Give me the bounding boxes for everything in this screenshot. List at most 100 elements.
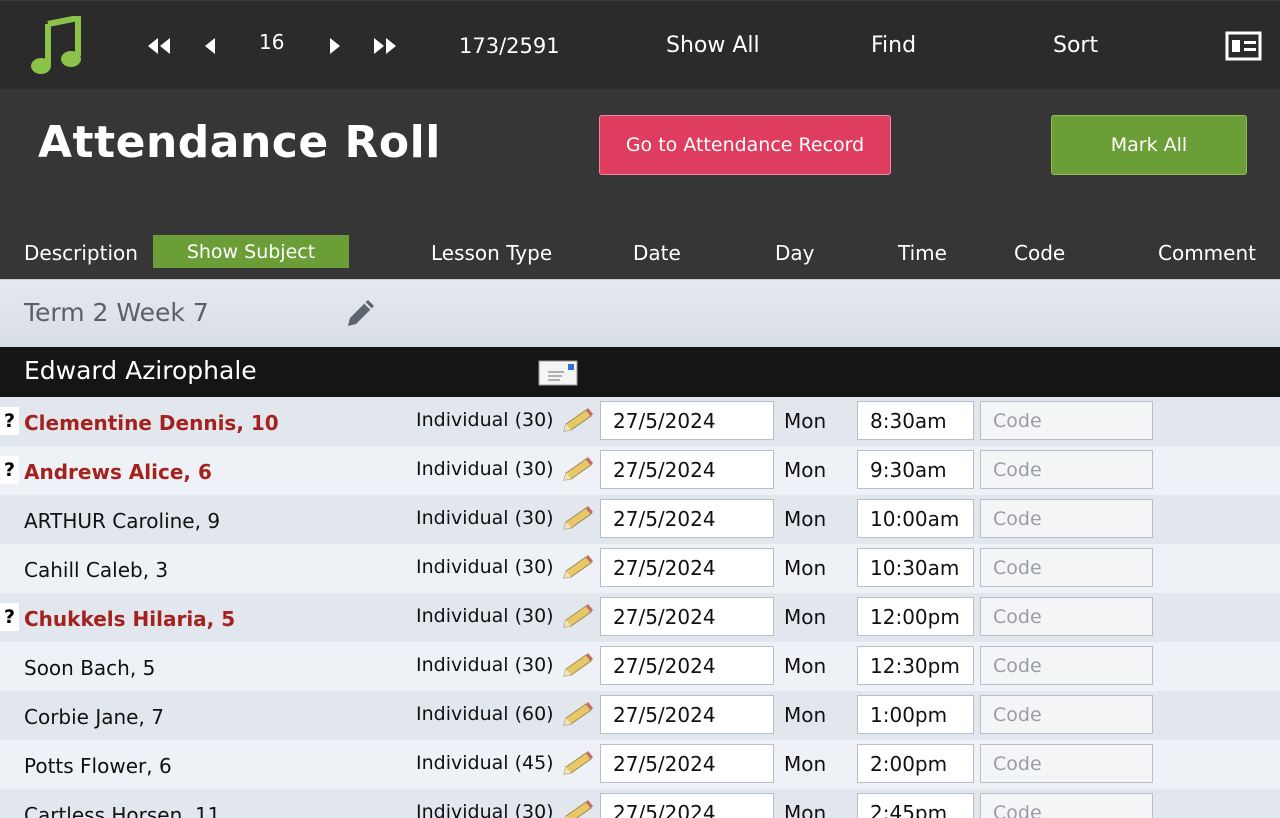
day-label: Mon <box>784 703 827 727</box>
date-field[interactable]: 27/5/2024 <box>600 499 774 538</box>
date-field[interactable]: 27/5/2024 <box>600 450 774 489</box>
student-name[interactable]: Cartless Horsen, 11 <box>24 803 220 818</box>
unmarked-question-icon[interactable]: ? <box>0 456 19 484</box>
date-field[interactable]: 27/5/2024 <box>600 695 774 734</box>
code-field[interactable]: Code <box>980 646 1153 685</box>
time-field[interactable]: 2:45pm <box>857 793 974 818</box>
pencil-icon <box>563 506 593 530</box>
envelope-icon <box>538 360 578 386</box>
student-name[interactable]: ARTHUR Caroline, 9 <box>24 509 220 533</box>
first-record-button[interactable] <box>146 1 172 90</box>
day-label: Mon <box>784 507 827 531</box>
student-name[interactable]: Andrews Alice, 6 <box>24 460 212 484</box>
lesson-type: Individual (30) <box>416 801 554 818</box>
date-field[interactable]: 27/5/2024 <box>600 793 774 818</box>
edit-week-button[interactable] <box>344 296 378 334</box>
edit-lesson-button[interactable] <box>562 603 594 633</box>
attendance-row: Potts Flower, 6 Individual (45) 27/5/202… <box>0 740 1280 789</box>
day-label: Mon <box>784 458 827 482</box>
date-field[interactable]: 27/5/2024 <box>600 401 774 440</box>
find-button[interactable]: Find <box>871 1 916 90</box>
student-name[interactable]: Soon Bach, 5 <box>24 656 155 680</box>
attendance-row: ? Chukkels Hilaria, 5 Individual (30) 27… <box>0 593 1280 642</box>
student-name[interactable]: Potts Flower, 6 <box>24 754 172 778</box>
code-field[interactable]: Code <box>980 450 1153 489</box>
time-field[interactable]: 12:00pm <box>857 597 974 636</box>
code-field[interactable]: Code <box>980 548 1153 587</box>
attendance-row: Corbie Jane, 7 Individual (60) 27/5/2024… <box>0 691 1280 740</box>
pencil-icon <box>564 800 593 818</box>
unmarked-question-icon[interactable]: ? <box>0 407 19 435</box>
lesson-type: Individual (30) <box>416 654 554 676</box>
teacher-group-header: Edward Azirophale <box>0 347 1280 397</box>
attendance-row: Cartless Horsen, 11 Individual (30) 27/5… <box>0 789 1280 818</box>
time-field[interactable]: 10:30am <box>857 548 974 587</box>
date-field[interactable]: 27/5/2024 <box>600 548 774 587</box>
column-time: Time <box>898 241 947 265</box>
date-field[interactable]: 27/5/2024 <box>600 744 774 783</box>
email-teacher-button[interactable] <box>538 360 578 390</box>
edit-lesson-button[interactable] <box>562 505 594 535</box>
day-label: Mon <box>784 556 827 580</box>
edit-lesson-button[interactable] <box>562 750 594 780</box>
edit-lesson-button[interactable] <box>562 407 594 437</box>
contact-card-button[interactable] <box>1225 1 1262 90</box>
edit-lesson-button[interactable] <box>562 799 594 818</box>
student-name[interactable]: Cahill Caleb, 3 <box>24 558 168 582</box>
lesson-type: Individual (45) <box>416 752 554 774</box>
teacher-name: Edward Azirophale <box>24 356 257 385</box>
time-field[interactable]: 8:30am <box>857 401 974 440</box>
unmarked-question-icon[interactable]: ? <box>0 603 19 631</box>
code-field[interactable]: Code <box>980 695 1153 734</box>
last-record-button[interactable] <box>372 1 398 90</box>
date-field[interactable]: 27/5/2024 <box>600 597 774 636</box>
page-title: Attendance Roll <box>38 117 441 168</box>
edit-lesson-button[interactable] <box>562 554 594 584</box>
time-field[interactable]: 10:00am <box>857 499 974 538</box>
current-record-number[interactable]: 16 <box>259 0 284 86</box>
pencil-icon <box>348 300 374 326</box>
code-field[interactable]: Code <box>980 793 1153 818</box>
go-to-attendance-record-button[interactable]: Go to Attendance Record <box>599 115 891 175</box>
code-field[interactable]: Code <box>980 744 1153 783</box>
lesson-type: Individual (30) <box>416 507 554 529</box>
column-code: Code <box>1014 241 1066 265</box>
mark-all-button[interactable]: Mark All <box>1051 115 1247 175</box>
lesson-type: Individual (30) <box>416 458 554 480</box>
previous-record-button[interactable] <box>203 1 217 90</box>
pencil-icon <box>563 653 593 677</box>
column-lesson-type: Lesson Type <box>431 241 553 265</box>
show-subject-button[interactable]: Show Subject <box>153 235 349 268</box>
edit-lesson-button[interactable] <box>562 652 594 682</box>
day-label: Mon <box>784 654 827 678</box>
day-label: Mon <box>784 409 827 433</box>
student-name[interactable]: Chukkels Hilaria, 5 <box>24 607 235 631</box>
date-field[interactable]: 27/5/2024 <box>600 646 774 685</box>
header-panel: Attendance Roll Go to Attendance Record … <box>0 89 1280 279</box>
lesson-type: Individual (30) <box>416 409 554 431</box>
column-day: Day <box>775 241 815 265</box>
time-field[interactable]: 1:00pm <box>857 695 974 734</box>
student-name[interactable]: Corbie Jane, 7 <box>24 705 164 729</box>
pencil-icon <box>563 408 593 432</box>
attendance-row: ? Andrews Alice, 6 Individual (30) 27/5/… <box>0 446 1280 495</box>
attendance-row: Cahill Caleb, 3 Individual (30) 27/5/202… <box>0 544 1280 593</box>
edit-lesson-button[interactable] <box>562 701 594 731</box>
time-field[interactable]: 2:00pm <box>857 744 974 783</box>
code-field[interactable]: Code <box>980 597 1153 636</box>
time-field[interactable]: 9:30am <box>857 450 974 489</box>
top-toolbar: 16 173/2591 Show All Find Sort <box>0 0 1280 89</box>
student-name[interactable]: Clementine Dennis, 10 <box>24 411 279 435</box>
code-field[interactable]: Code <box>980 499 1153 538</box>
music-note-icon <box>30 1 82 90</box>
edit-lesson-button[interactable] <box>562 456 594 486</box>
next-record-button[interactable] <box>328 1 342 90</box>
sort-button[interactable]: Sort <box>1053 1 1098 90</box>
day-label: Mon <box>784 801 827 818</box>
show-all-button[interactable]: Show All <box>666 1 760 90</box>
skip-forward-icon <box>374 37 396 54</box>
code-field[interactable]: Code <box>980 401 1153 440</box>
time-field[interactable]: 12:30pm <box>857 646 974 685</box>
record-count: 173/2591 <box>459 33 560 58</box>
attendance-row: ? Clementine Dennis, 10 Individual (30) … <box>0 397 1280 446</box>
